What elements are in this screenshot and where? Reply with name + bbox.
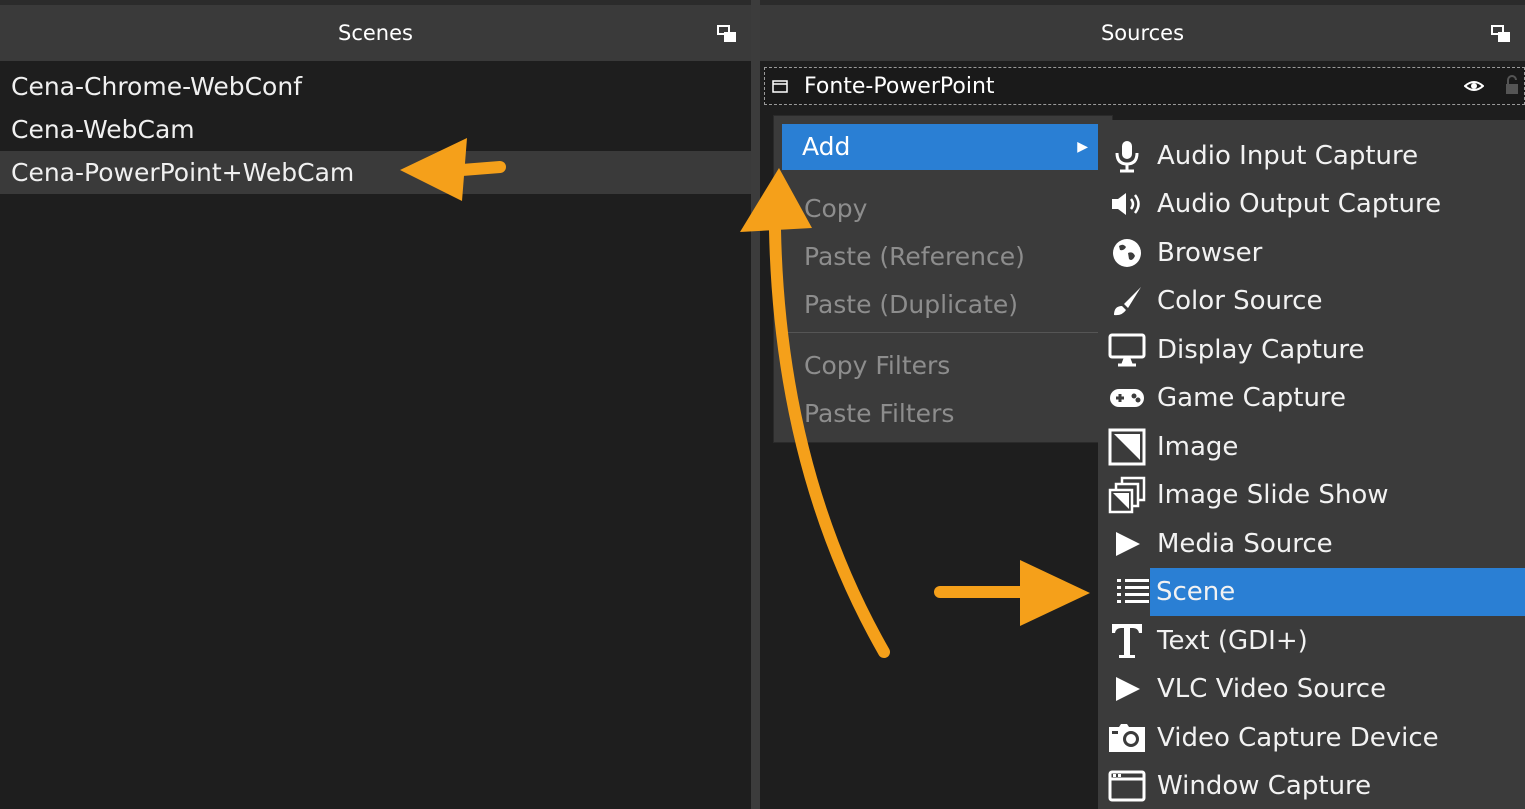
submenu-item-label: Text (GDI+) xyxy=(1157,626,1308,656)
text-icon xyxy=(1105,621,1149,661)
brush-icon xyxy=(1105,281,1149,321)
scenes-header: Scenes xyxy=(0,5,751,61)
window-icon xyxy=(1105,766,1149,806)
menu-item-paste-reference[interactable]: Paste (Reference) xyxy=(784,234,1100,280)
source-item[interactable]: Fonte-PowerPoint xyxy=(764,67,1525,105)
gamepad-icon xyxy=(1105,378,1149,418)
context-menu: Add ▶ Copy Paste (Reference) Paste (Dupl… xyxy=(773,115,1113,443)
submenu-item-game-capture[interactable]: Game Capture xyxy=(1098,374,1525,422)
submenu-item-label: Audio Output Capture xyxy=(1157,189,1442,219)
scene-item[interactable]: Cena-WebCam xyxy=(0,108,751,151)
menu-item-copy[interactable]: Copy xyxy=(784,186,1100,232)
submenu-item-vlc-video-source[interactable]: VLC Video Source xyxy=(1098,665,1525,713)
camera-icon xyxy=(1105,718,1149,758)
submenu-item-label: Game Capture xyxy=(1157,383,1347,413)
menu-item-add[interactable]: Add ▶ xyxy=(782,124,1100,170)
submenu-item-display-capture[interactable]: Display Capture xyxy=(1098,326,1525,374)
add-submenu: Audio Input Capture Audio Output Capture… xyxy=(1098,120,1525,809)
list-icon xyxy=(1111,572,1155,612)
globe-icon xyxy=(1105,233,1149,273)
submenu-item-label: Image xyxy=(1157,432,1239,462)
undock-icon[interactable] xyxy=(1491,25,1511,43)
image-icon xyxy=(1105,427,1149,467)
submenu-item-audio-input-capture[interactable]: Audio Input Capture xyxy=(1098,132,1525,180)
dock-divider[interactable] xyxy=(751,0,760,809)
submenu-item-label: Color Source xyxy=(1157,286,1323,316)
slideshow-icon xyxy=(1105,475,1149,515)
scenes-dock: Scenes Cena-Chrome-WebConf Cena-WebCam C… xyxy=(0,0,751,809)
window-icon xyxy=(772,79,788,93)
submenu-item-label: Video Capture Device xyxy=(1157,723,1439,753)
menu-separator xyxy=(784,332,1100,333)
eye-icon[interactable] xyxy=(1464,77,1484,95)
submenu-item-color-source[interactable]: Color Source xyxy=(1098,277,1525,325)
submenu-item-label: Browser xyxy=(1157,238,1263,268)
scene-item-selected[interactable]: Cena-PowerPoint+WebCam xyxy=(0,151,751,194)
source-label: Fonte-PowerPoint xyxy=(804,73,995,99)
microphone-icon xyxy=(1105,136,1149,176)
submenu-item-label: Media Source xyxy=(1157,529,1333,559)
menu-item-add-label: Add xyxy=(802,132,851,161)
play-icon xyxy=(1105,524,1149,564)
submenu-item-window-capture[interactable]: Window Capture xyxy=(1098,762,1525,809)
speaker-icon xyxy=(1105,184,1149,224)
submenu-item-image[interactable]: Image xyxy=(1098,423,1525,471)
play-icon xyxy=(1105,669,1149,709)
scene-list: Cena-Chrome-WebConf Cena-WebCam Cena-Pow… xyxy=(0,65,751,194)
sources-header: Sources xyxy=(760,5,1525,61)
submenu-item-label: Window Capture xyxy=(1157,771,1372,801)
submenu-item-browser[interactable]: Browser xyxy=(1098,229,1525,277)
scene-item[interactable]: Cena-Chrome-WebConf xyxy=(0,65,751,108)
menu-item-paste-filters[interactable]: Paste Filters xyxy=(784,391,1100,437)
sources-title: Sources xyxy=(1100,21,1185,45)
scenes-title: Scenes xyxy=(338,21,413,45)
lock-icon[interactable] xyxy=(1504,74,1520,96)
submenu-item-text-gdi[interactable]: Text (GDI+) xyxy=(1098,617,1525,665)
submenu-item-label: Display Capture xyxy=(1157,335,1365,365)
menu-item-copy-filters[interactable]: Copy Filters xyxy=(784,343,1100,389)
menu-item-paste-duplicate[interactable]: Paste (Duplicate) xyxy=(784,282,1100,328)
submenu-item-image-slide-show[interactable]: Image Slide Show xyxy=(1098,471,1525,519)
submenu-item-video-capture-device[interactable]: Video Capture Device xyxy=(1098,714,1525,762)
submenu-item-label: VLC Video Source xyxy=(1157,674,1387,704)
monitor-icon xyxy=(1105,330,1149,370)
submenu-item-media-source[interactable]: Media Source xyxy=(1098,520,1525,568)
submenu-item-scene[interactable]: Scene xyxy=(1117,568,1525,616)
submenu-item-label: Image Slide Show xyxy=(1157,480,1389,510)
submenu-arrow-icon: ▶ xyxy=(1077,139,1088,155)
submenu-item-label: Audio Input Capture xyxy=(1157,141,1419,171)
submenu-item-label: Scene xyxy=(1156,577,1236,607)
submenu-item-audio-output-capture[interactable]: Audio Output Capture xyxy=(1098,180,1525,228)
undock-icon[interactable] xyxy=(717,25,737,43)
